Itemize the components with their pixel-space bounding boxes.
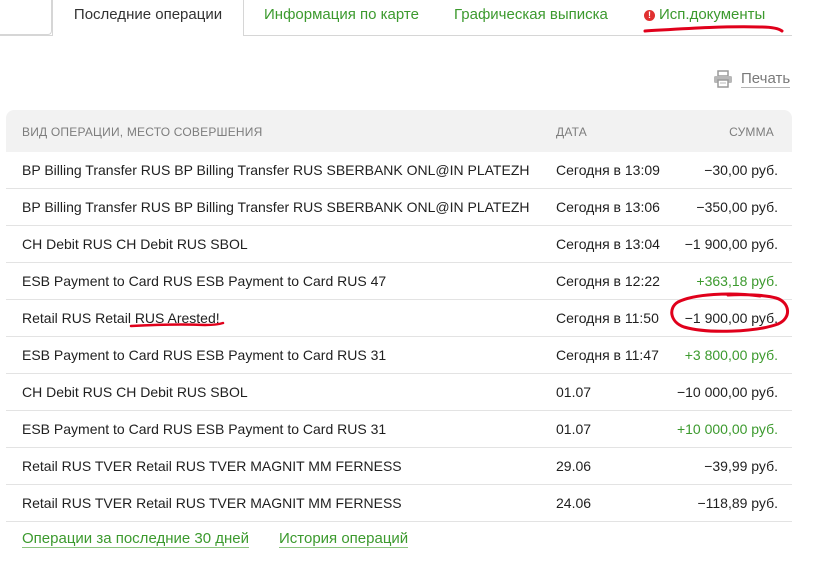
table-row[interactable]: Retail RUS TVER Retail RUS TVER MAGNIT M…	[6, 448, 792, 485]
operation-cell: ESB Payment to Card RUS ESB Payment to C…	[22, 421, 387, 437]
tab-left-stub	[0, 0, 52, 35]
sum-cell: −1 900,00 руб.	[684, 236, 778, 252]
operation-cell: Retail RUS TVER Retail RUS TVER MAGNIT M…	[22, 458, 402, 474]
print-label: Печать	[741, 70, 791, 88]
sum-cell: +10 000,00 руб.	[676, 421, 778, 437]
date-cell: 29.06	[556, 458, 592, 474]
tab-graphic-statement[interactable]: Графическая выписка	[454, 0, 608, 30]
sum-cell: −30,00 руб.	[704, 162, 778, 178]
print-link[interactable]: Печать	[713, 68, 791, 90]
sum-cell: −350,00 руб.	[696, 199, 778, 215]
operations-history-link[interactable]: История операций	[279, 530, 409, 548]
table-row[interactable]: ESB Payment to Card RUS ESB Payment to C…	[6, 337, 792, 374]
tab-bar: Последние операции Информация по карте Г…	[0, 0, 792, 36]
table-row[interactable]: CH Debit RUS CH Debit RUS SBOL Сегодня в…	[6, 226, 792, 263]
date-cell: Сегодня в 13:04	[556, 236, 660, 252]
sum-cell: −1 900,00 руб.	[684, 310, 778, 326]
operation-cell: CH Debit RUS CH Debit RUS SBOL	[22, 384, 248, 400]
table-row[interactable]: CH Debit RUS CH Debit RUS SBOL 01.07 −10…	[6, 374, 792, 411]
table-row[interactable]: ESB Payment to Card RUS ESB Payment to C…	[6, 411, 792, 448]
operation-cell: BP Billing Transfer RUS BP Billing Trans…	[22, 162, 530, 178]
operation-cell: CH Debit RUS CH Debit RUS SBOL	[22, 236, 248, 252]
operation-cell: BP Billing Transfer RUS BP Billing Trans…	[22, 199, 530, 215]
tab-executive-documents[interactable]: ! Исп.документы	[644, 0, 765, 30]
sum-cell: −118,89 руб.	[697, 495, 778, 511]
date-cell: 24.06	[556, 495, 592, 511]
date-cell: Сегодня в 12:22	[556, 273, 660, 289]
date-cell: Сегодня в 13:09	[556, 162, 660, 178]
sum-cell: −10 000,00 руб.	[676, 384, 778, 400]
header-sum: СУММА	[729, 125, 774, 139]
tab-executive-documents-label: Исп.документы	[659, 6, 766, 23]
operation-cell: Retail RUS TVER Retail RUS TVER MAGNIT M…	[22, 495, 402, 511]
table-row[interactable]: ESB Payment to Card RUS ESB Payment to C…	[6, 263, 792, 300]
tab-card-info[interactable]: Информация по карте	[264, 0, 419, 30]
date-cell: 01.07	[556, 384, 592, 400]
operations-table: ВИД ОПЕРАЦИИ, МЕСТО СОВЕРШЕНИЯ ДАТА СУММ…	[6, 110, 792, 522]
sum-cell: +363,18 руб.	[696, 273, 778, 289]
operation-cell: Retail RUS Retail RUS Arested!	[22, 310, 220, 326]
table-row[interactable]: BP Billing Transfer RUS BP Billing Trans…	[6, 189, 792, 226]
sum-cell: −39,99 руб.	[704, 458, 778, 474]
header-operation: ВИД ОПЕРАЦИИ, МЕСТО СОВЕРШЕНИЯ	[22, 125, 263, 139]
printer-icon	[714, 70, 732, 88]
date-cell: Сегодня в 11:50	[556, 310, 659, 326]
table-header: ВИД ОПЕРАЦИИ, МЕСТО СОВЕРШЕНИЯ ДАТА СУММ…	[6, 110, 792, 152]
operation-cell: ESB Payment to Card RUS ESB Payment to C…	[22, 273, 387, 289]
table-row[interactable]: BP Billing Transfer RUS BP Billing Trans…	[6, 152, 792, 189]
table-row[interactable]: Retail RUS Retail RUS Arested! Сегодня в…	[6, 300, 792, 337]
exclamation-circle-icon: !	[644, 10, 655, 21]
table-row[interactable]: Retail RUS TVER Retail RUS TVER MAGNIT M…	[6, 485, 792, 522]
header-date: ДАТА	[556, 125, 587, 139]
tab-recent-operations-label: Последние операции	[73, 6, 223, 23]
date-cell: Сегодня в 11:47	[556, 347, 659, 363]
sum-cell: +3 800,00 руб.	[684, 347, 778, 363]
date-cell: 01.07	[556, 421, 592, 437]
bottom-links: Операции за последние 30 дней История опе…	[22, 530, 409, 548]
operation-cell: ESB Payment to Card RUS ESB Payment to C…	[22, 347, 387, 363]
last-30-days-link[interactable]: Операции за последние 30 дней	[22, 530, 249, 548]
tab-recent-operations[interactable]: Последние операции	[52, 0, 244, 36]
date-cell: Сегодня в 13:06	[556, 199, 660, 215]
